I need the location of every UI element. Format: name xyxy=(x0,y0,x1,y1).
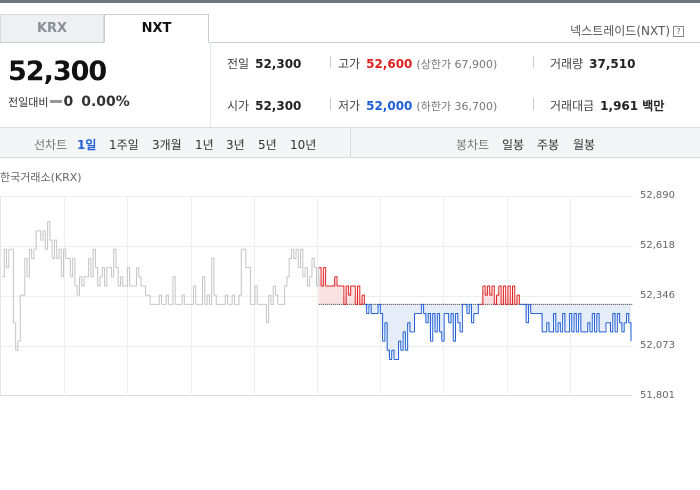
help-icon[interactable]: ? xyxy=(673,26,684,37)
top-border xyxy=(0,0,700,3)
price-segment xyxy=(68,257,71,277)
stat-amount-value: 1,961 백만 xyxy=(600,99,665,113)
stat-prev: 전일 52,300 xyxy=(227,55,301,72)
price-segment xyxy=(248,267,251,305)
price-segment xyxy=(74,285,78,296)
price-segment xyxy=(2,249,5,278)
price-segment xyxy=(138,276,142,286)
period-1w[interactable]: 1주일 xyxy=(109,136,139,153)
candle-chart-label: 봉차트 xyxy=(456,138,490,152)
y-tick-label: 51,801 xyxy=(640,390,675,401)
price-segment xyxy=(252,285,256,305)
market-label: 한국거래소(KRX) xyxy=(0,171,82,184)
chart-svg xyxy=(1,196,633,396)
price-segment xyxy=(99,267,103,278)
diff-value: 0 xyxy=(63,94,74,110)
price-change: 전일대비 0 0.00% xyxy=(8,94,130,110)
flat-icon xyxy=(50,100,63,103)
stat-amount-label: 거래대금 xyxy=(550,99,595,113)
candle-monthly[interactable]: 월봉 xyxy=(573,136,595,153)
lower-limit: (하한가 36,700) xyxy=(416,100,498,113)
period-1d[interactable]: 1일 xyxy=(77,136,96,153)
price-segment xyxy=(200,276,204,305)
candle-daily[interactable]: 일봉 xyxy=(502,136,524,153)
stat-high-value: 52,600 xyxy=(366,57,413,71)
divider xyxy=(210,42,211,127)
price-segment xyxy=(264,303,267,323)
price-segment xyxy=(17,295,21,342)
current-price: 52,300 xyxy=(8,56,107,87)
stat-amount: 거래대금 1,961 백만 xyxy=(550,97,664,114)
price-segment xyxy=(22,258,26,296)
price-segment xyxy=(86,258,90,278)
price-segment xyxy=(49,239,53,259)
stat-volume-label: 거래량 xyxy=(550,57,584,71)
tab-nxt[interactable]: NXT xyxy=(104,14,209,43)
price-segment xyxy=(11,248,14,323)
y-tick-label: 52,618 xyxy=(640,239,675,251)
price-segment xyxy=(284,276,288,287)
y-tick-label: 52,346 xyxy=(640,289,675,301)
stat-separator xyxy=(533,98,534,110)
price-segment xyxy=(309,258,313,278)
price-segment xyxy=(282,285,286,305)
up-area xyxy=(318,267,631,305)
stat-open-label: 시가 xyxy=(227,99,250,113)
period-bar: 선차트 1일 1주일 3개월 1년 3년 5년 10년 봉차트 일봉 주봉 월봉 xyxy=(0,127,700,158)
price-segment xyxy=(134,267,137,287)
stat-prev-label: 전일 xyxy=(227,57,250,71)
price-segment xyxy=(115,267,119,286)
price-segment xyxy=(286,258,290,278)
line-chart-label: 선차트 xyxy=(34,138,68,152)
period-10y[interactable]: 10년 xyxy=(290,136,316,153)
stat-high-label: 고가 xyxy=(338,57,361,71)
y-tick-label: 52,890 xyxy=(640,190,675,201)
price-segment xyxy=(143,285,147,296)
stat-open: 시가 52,300 xyxy=(227,97,301,114)
price-chart xyxy=(0,196,633,396)
period-3y[interactable]: 3년 xyxy=(226,136,245,153)
price-segment xyxy=(170,276,174,305)
tab-krx[interactable]: KRX xyxy=(0,14,104,42)
period-1y[interactable]: 1년 xyxy=(195,136,214,153)
price-segment xyxy=(289,249,292,259)
stat-separator xyxy=(330,98,331,110)
period-3m[interactable]: 3개월 xyxy=(152,136,182,153)
period-divider xyxy=(350,128,351,157)
stat-low-value: 52,000 xyxy=(366,99,413,113)
diff-label: 전일대비 xyxy=(8,96,49,109)
source-text: 넥스트레이드(NXT) xyxy=(570,24,670,38)
price-segment xyxy=(239,249,242,296)
price-segment xyxy=(243,248,247,268)
stat-open-value: 52,300 xyxy=(255,99,302,113)
candle-weekly[interactable]: 주봉 xyxy=(537,136,559,153)
period-5y[interactable]: 5년 xyxy=(258,136,277,153)
price-segment xyxy=(38,230,42,241)
price-segment xyxy=(314,267,317,286)
source-label: 넥스트레이드(NXT)? xyxy=(570,22,684,39)
stat-high: 고가 52,600 (상한가 67,900) xyxy=(338,55,497,72)
upper-limit: (상한가 67,900) xyxy=(416,58,498,71)
price-segment xyxy=(125,267,128,287)
price-segment xyxy=(95,267,99,286)
stat-prev-value: 52,300 xyxy=(255,57,302,71)
price-segment xyxy=(109,267,112,277)
stat-low: 저가 52,000 (하한가 36,700) xyxy=(338,97,497,114)
y-tick-label: 52,073 xyxy=(640,340,675,352)
stat-separator xyxy=(330,56,331,68)
diff-percent: 0.00% xyxy=(81,94,130,110)
stat-volume-value: 37,510 xyxy=(589,57,636,71)
stat-volume: 거래량 37,510 xyxy=(550,55,635,72)
stat-low-label: 저가 xyxy=(338,99,361,113)
stat-separator xyxy=(533,56,534,68)
